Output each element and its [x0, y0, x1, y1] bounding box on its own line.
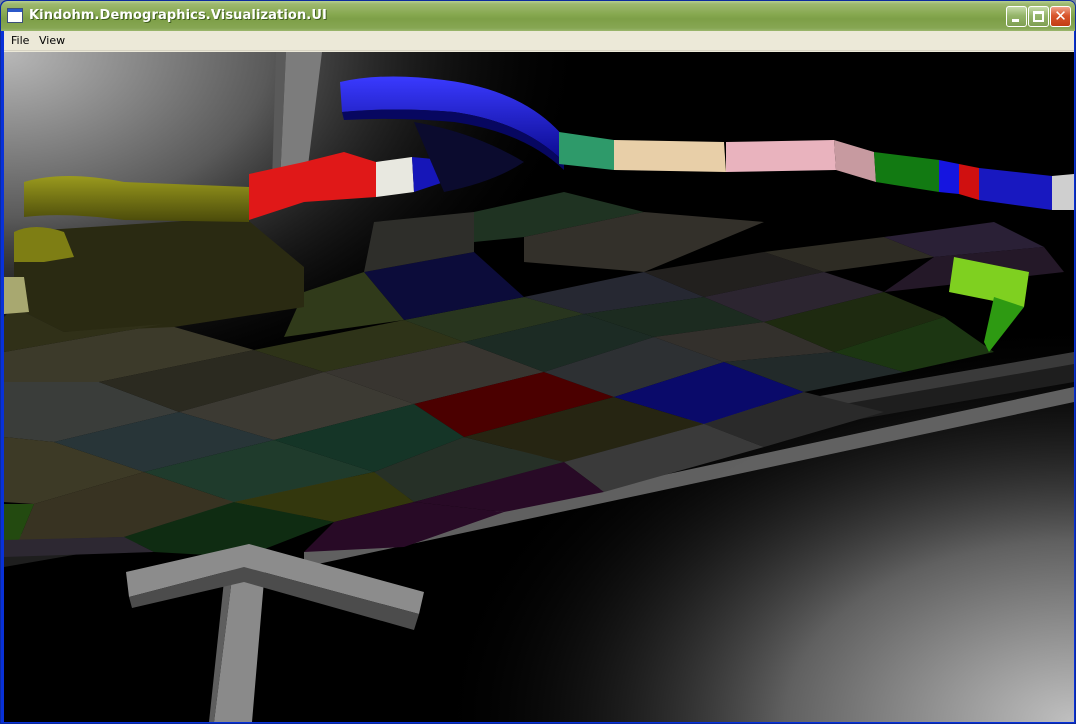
app-window-icon[interactable] [7, 8, 23, 23]
menu-bar: File View [4, 31, 1074, 51]
maximize-button[interactable] [1028, 6, 1049, 27]
title-bar[interactable]: Kindohm.Demographics.Visualization.UI ✕ [1, 1, 1075, 31]
3d-viewport[interactable] [4, 52, 1074, 722]
minimize-icon [1012, 19, 1019, 22]
menu-file[interactable]: File [7, 34, 33, 47]
menu-view[interactable]: View [35, 34, 69, 47]
minimize-button[interactable] [1006, 6, 1027, 27]
close-button[interactable]: ✕ [1050, 6, 1071, 27]
client-area: File View [4, 31, 1074, 722]
app-window: Kindohm.Demographics.Visualization.UI ✕ … [0, 0, 1076, 724]
maximize-icon [1033, 11, 1044, 22]
close-icon: ✕ [1054, 7, 1067, 25]
3d-scene [4, 52, 1074, 722]
window-title: Kindohm.Demographics.Visualization.UI [29, 8, 327, 23]
